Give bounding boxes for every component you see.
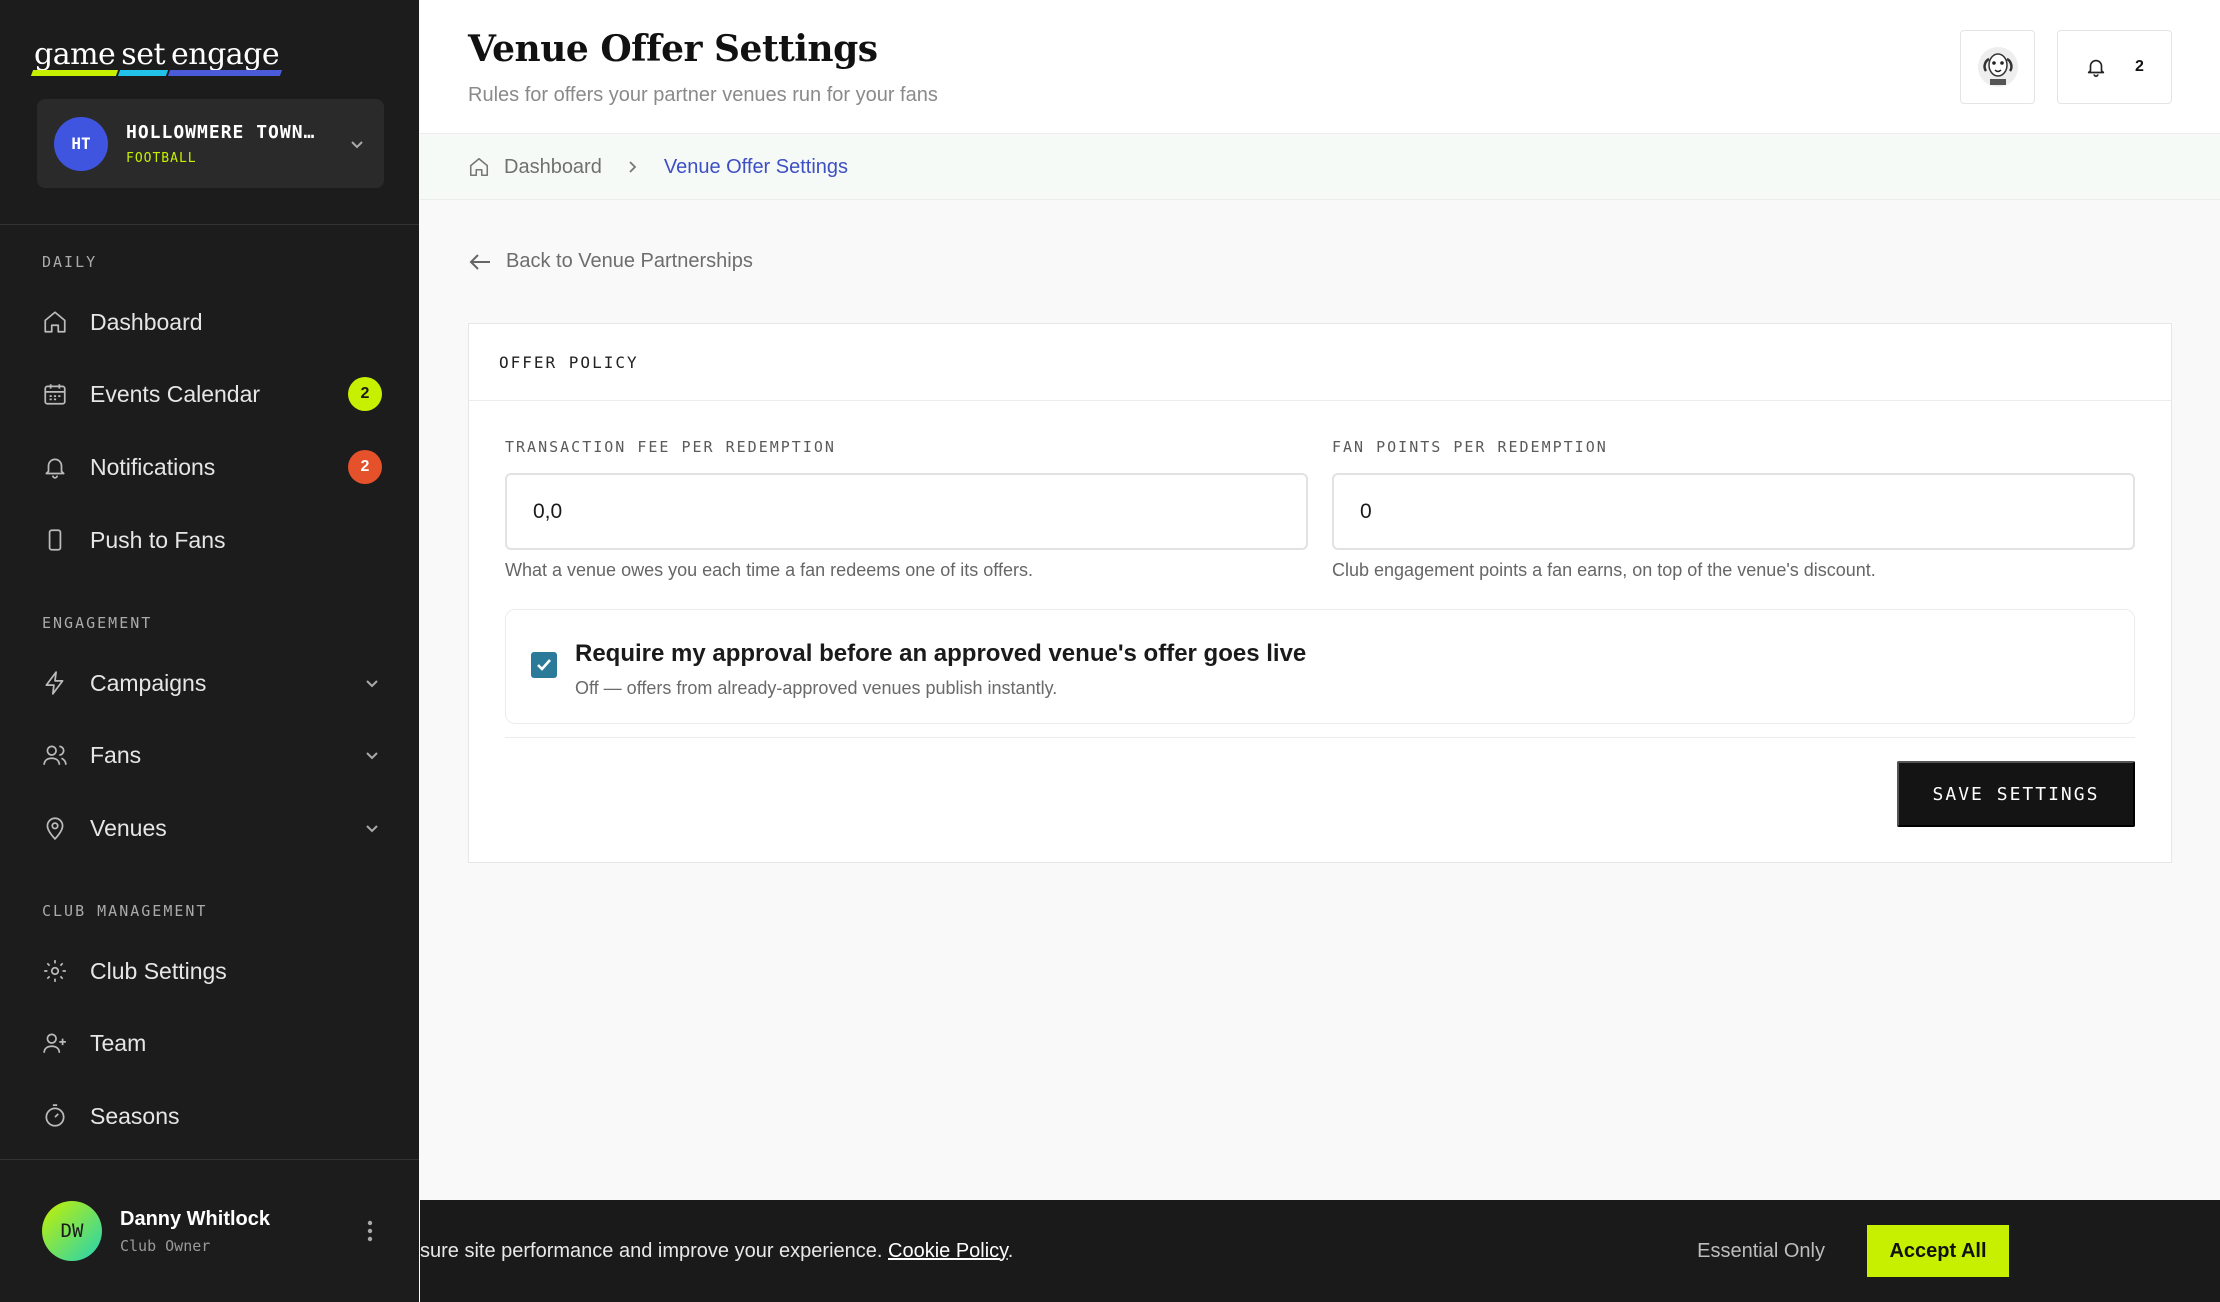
club-name: HOLLOWMERE TOWN… (126, 121, 316, 143)
logo[interactable]: game set engage (34, 37, 280, 78)
map-pin-icon (42, 815, 68, 841)
sidebar-item-seasons[interactable]: Seasons (42, 1091, 382, 1141)
field-label: TRANSACTION FEE PER REDEMPTION (505, 438, 836, 456)
cookie-text: sure site performance and improve your e… (420, 1240, 1697, 1263)
club-avatar: HT (54, 116, 108, 171)
home-icon (42, 309, 68, 335)
sidebar-item-notifications[interactable]: Notifications 2 (42, 442, 382, 492)
gear-icon (42, 958, 68, 984)
mascot-avatar-icon (1977, 47, 2018, 87)
sidebar-item-label: Notifications (90, 453, 216, 480)
sidebar-item-events-calendar[interactable]: Events Calendar 2 (42, 369, 382, 419)
user-role: Club Owner (120, 1236, 211, 1255)
chevron-down-icon (366, 680, 378, 688)
notification-count: 2 (2135, 58, 2144, 75)
sidebar-item-club-settings[interactable]: Club Settings (42, 946, 382, 996)
sidebar: game set engage HT HOLLOWMERE TOWN… FOOT… (0, 0, 419, 1302)
logo-word-engage: engage (171, 37, 280, 78)
section-club-management: CLUB MANAGEMENT (42, 902, 208, 920)
timer-icon (42, 1103, 68, 1129)
card-divider (505, 737, 2135, 738)
fan-points-input[interactable]: 0 (1332, 473, 2135, 550)
club-sport: FOOTBALL (126, 150, 197, 166)
users-icon (42, 742, 68, 768)
bell-icon (2087, 59, 2105, 77)
sidebar-item-team[interactable]: Team (42, 1018, 382, 1068)
sidebar-item-dashboard[interactable]: Dashboard (42, 297, 382, 347)
logo-word-game: game (34, 37, 116, 78)
chevron-down-icon (351, 140, 363, 148)
accept-all-button[interactable]: Accept All (1867, 1225, 2009, 1277)
count-badge: 2 (348, 450, 382, 484)
notifications-button[interactable]: 2 (2057, 30, 2172, 104)
user-name: Danny Whitlock (120, 1207, 271, 1230)
sidebar-item-label: Campaigns (90, 669, 207, 696)
sidebar-item-label: Fans (90, 741, 142, 768)
breadcrumb-current: Venue Offer Settings (663, 155, 849, 178)
back-to-venue-partnerships-link[interactable]: Back to Venue Partnerships (468, 250, 753, 273)
sidebar-item-label: Dashboard (90, 308, 203, 335)
sidebar-item-label: Events Calendar (90, 380, 261, 407)
profile-avatar-button[interactable] (1960, 30, 2035, 104)
sidebar-divider (0, 224, 419, 225)
approval-checkbox[interactable] (531, 652, 557, 678)
transaction-fee-field: TRANSACTION FEE PER REDEMPTION 0,0 What … (505, 438, 1308, 581)
page-title: Venue Offer Settings (468, 28, 878, 70)
field-label: FAN POINTS PER REDEMPTION (1332, 438, 1608, 456)
sidebar-item-label: Venues (90, 814, 167, 841)
main-content: Venue Offer Settings Rules for offers yo… (420, 0, 2220, 1302)
approval-description: Off — offers from already-approved venue… (575, 678, 1058, 698)
sidebar-item-campaigns[interactable]: Campaigns (42, 658, 382, 708)
sidebar-item-venues[interactable]: Venues (42, 803, 382, 853)
cookie-message: sure site performance and improve your e… (420, 1239, 883, 1262)
chevron-down-icon (366, 825, 378, 833)
essential-only-button[interactable]: Essential Only (1697, 1240, 1825, 1263)
back-link-label: Back to Venue Partnerships (506, 250, 753, 272)
calendar-icon (42, 381, 68, 407)
offer-policy-card: OFFER POLICY TRANSACTION FEE PER REDEMPT… (468, 323, 2172, 863)
section-daily: DAILY (42, 253, 98, 271)
section-engagement: ENGAGEMENT (42, 614, 153, 632)
check-icon (537, 659, 551, 671)
sidebar-item-label: Team (90, 1029, 147, 1056)
user-plus-icon (42, 1030, 68, 1056)
bell-icon (42, 454, 68, 480)
arrow-left-icon (469, 253, 490, 270)
card-heading: OFFER POLICY (469, 324, 2171, 401)
club-switcher[interactable]: HT HOLLOWMERE TOWN… FOOTBALL (37, 99, 384, 188)
chevron-down-icon (366, 752, 378, 760)
sidebar-item-label: Seasons (90, 1102, 180, 1129)
user-profile: DW Danny Whitlock Club Owner (42, 1201, 382, 1261)
cookie-punctuation: . (1007, 1239, 1014, 1262)
count-badge: 2 (348, 377, 382, 411)
approval-title: Require my approval before an approved v… (575, 640, 1307, 667)
transaction-fee-input[interactable]: 0,0 (505, 473, 1308, 550)
sidebar-divider (0, 1159, 419, 1160)
sidebar-item-label: Club Settings (90, 957, 227, 984)
field-help: Club engagement points a fan earns, on t… (1332, 560, 1876, 580)
field-help: What a venue owes you each time a fan re… (505, 560, 1033, 580)
cookie-banner: sure site performance and improve your e… (420, 1200, 2220, 1302)
phone-icon (42, 527, 68, 553)
avatar: DW (42, 1201, 102, 1261)
more-vertical-icon[interactable] (358, 1216, 382, 1246)
chevron-right-icon (626, 160, 640, 174)
fan-points-field: FAN POINTS PER REDEMPTION 0 Club engagem… (1332, 438, 2135, 581)
breadcrumb-home-label: Dashboard (504, 155, 602, 178)
breadcrumb: Dashboard Venue Offer Settings (420, 135, 2220, 200)
logo-word-set: set (121, 37, 165, 78)
save-settings-button[interactable]: SAVE SETTINGS (1897, 761, 2135, 827)
approval-option: Require my approval before an approved v… (505, 609, 2135, 724)
page-header: Venue Offer Settings Rules for offers yo… (420, 0, 2220, 134)
sidebar-item-label: Push to Fans (90, 526, 226, 553)
home-icon (469, 157, 489, 177)
lightning-icon (42, 670, 68, 696)
page-subtitle: Rules for offers your partner venues run… (468, 84, 938, 106)
sidebar-item-fans[interactable]: Fans (42, 730, 382, 780)
cookie-policy-link[interactable]: Cookie Policy (888, 1240, 1008, 1262)
breadcrumb-home[interactable]: Dashboard (468, 156, 602, 179)
sidebar-item-push-to-fans[interactable]: Push to Fans (42, 515, 382, 565)
